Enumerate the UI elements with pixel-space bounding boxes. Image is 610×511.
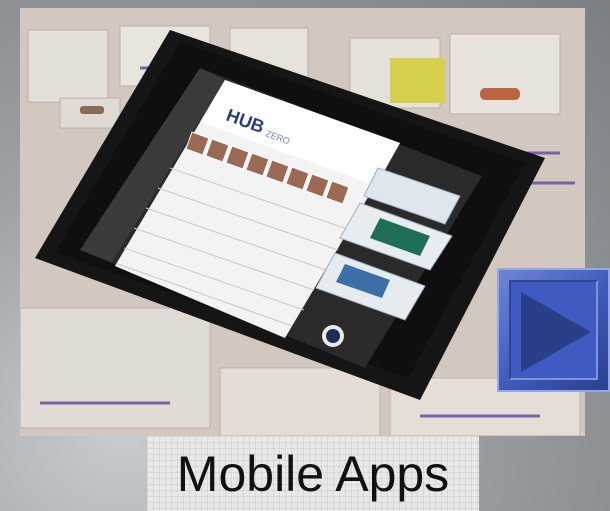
caption-text: Mobile Apps (176, 446, 450, 502)
play-button-face (509, 280, 598, 380)
play-button[interactable] (497, 268, 610, 392)
caption-box: Mobile Apps (147, 436, 479, 511)
play-triangle-icon (521, 292, 591, 372)
